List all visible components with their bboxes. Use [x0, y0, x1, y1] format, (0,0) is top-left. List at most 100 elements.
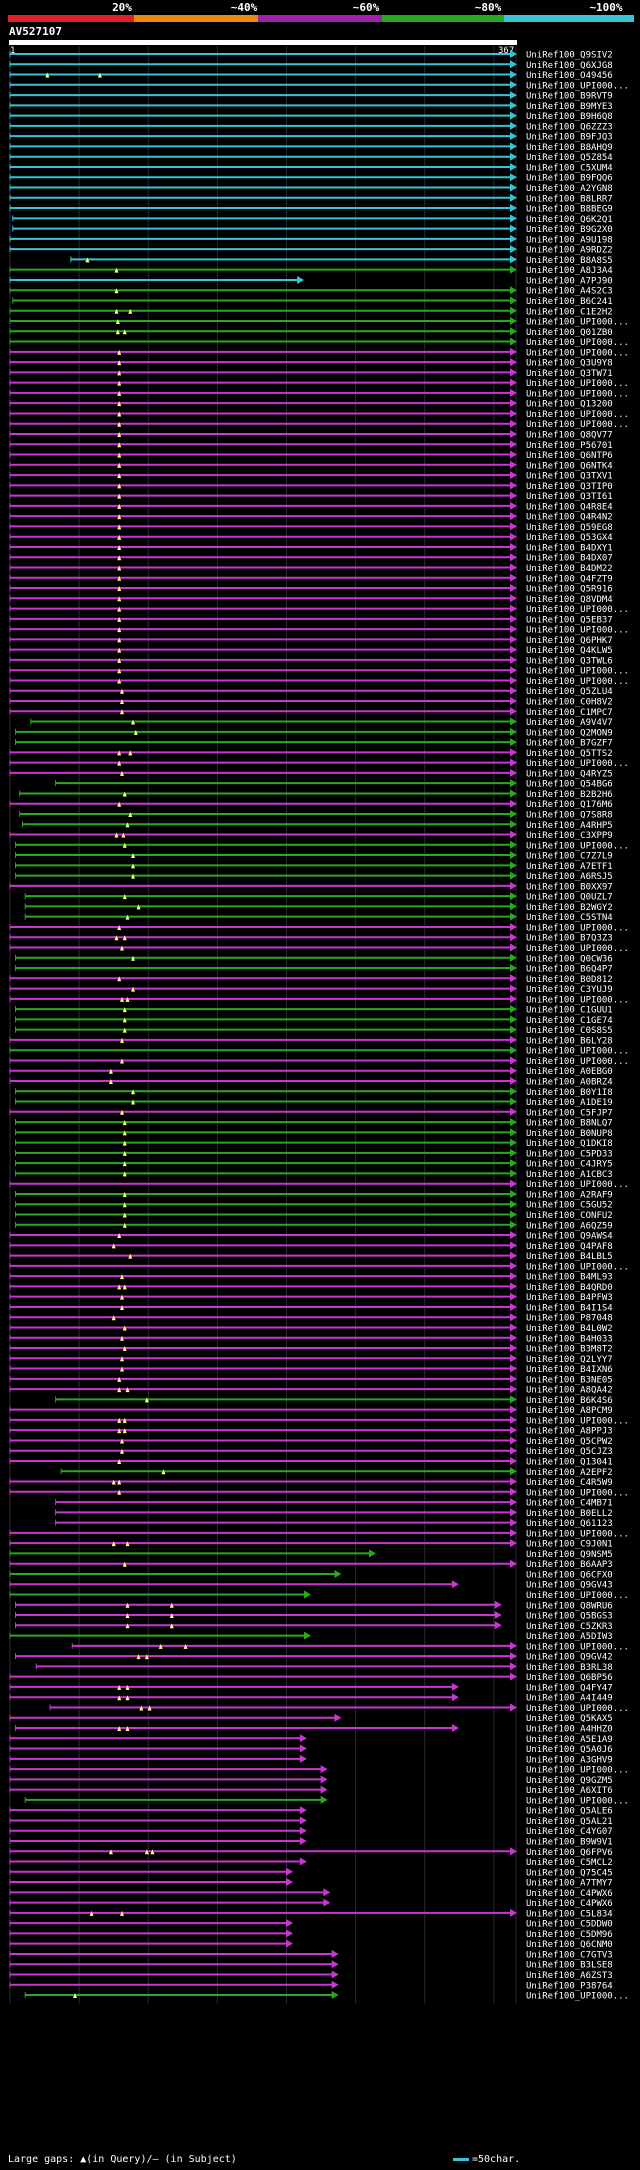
hit-label: UniRef100_UPI000... — [526, 1704, 629, 1714]
hit-label: UniRef100_B9FJQ3 — [526, 133, 613, 143]
hit-label: UniRef100_A7ETF1 — [526, 862, 613, 872]
hit-label: UniRef100_Q5R916 — [526, 585, 613, 595]
hit-label: UniRef100_UPI000... — [526, 1529, 629, 1539]
hit-label: UniRef100_B2WGY2 — [526, 903, 613, 913]
hit-label: UniRef100_A9U198 — [526, 235, 613, 245]
hit-arrow-icon — [304, 1631, 312, 1640]
hit-label: UniRef100_B0D812 — [526, 975, 613, 985]
hit-label: UniRef100_Q7S8R8 — [526, 810, 613, 820]
hit-label: UniRef100_UPI000... — [526, 1180, 629, 1190]
hit-label: UniRef100_C3YUJ9 — [526, 985, 613, 995]
hit-label: UniRef100_Q8VDM4 — [526, 595, 613, 605]
hit-label: UniRef100_A4HHZ0 — [526, 1725, 613, 1735]
hit-label: UniRef100_B6Q4P7 — [526, 965, 613, 975]
hit-label: UniRef100_Q5ZLU4 — [526, 687, 613, 697]
hit-label: UniRef100_Q6PHK7 — [526, 636, 613, 646]
hit-arrow-icon — [451, 1682, 459, 1691]
hit-arrow-icon — [320, 1765, 328, 1774]
hit-label: UniRef100_Q5EB37 — [526, 615, 613, 625]
hit-label: UniRef100_B8NLQ7 — [526, 1119, 613, 1129]
hit-label: UniRef100_A7PJ90 — [526, 276, 613, 286]
hit-label: UniRef100_A8J3A4 — [526, 266, 613, 276]
hit-label: UniRef100_UPI000... — [526, 995, 629, 1005]
hit-label: UniRef100_B3NE05 — [526, 1375, 613, 1385]
hit-label: UniRef100_C4R5W9 — [526, 1478, 613, 1488]
hit-arrow-icon — [320, 1785, 328, 1794]
hit-label: UniRef100_Q5ALE6 — [526, 1807, 613, 1817]
hit-label: UniRef100_Q4PAF8 — [526, 1242, 613, 1252]
hit-label: UniRef100_UPI000... — [526, 379, 629, 389]
hit-label: UniRef100_Q5TTS2 — [526, 749, 613, 759]
hit-label: UniRef100_UPI000... — [526, 1642, 629, 1652]
hit-label: UniRef100_C5PD33 — [526, 1149, 613, 1159]
alignment-overview-chart: 1 367 UniRef100_Q9SIV2UniRef100_Q6XJG8UniR… — [9, 40, 629, 2004]
hit-label: UniRef100_Q75C45 — [526, 1868, 613, 1878]
hit-label: UniRef100_Q8WRU6 — [526, 1601, 613, 1611]
hit-label: UniRef100_A7TMY7 — [526, 1879, 613, 1889]
query-axis-bar — [9, 40, 517, 45]
large-gaps-legend: Large gaps: ▲(in Query)/– (in Subject) — [8, 2154, 237, 2165]
hit-label: UniRef100_C4JRY5 — [526, 1160, 613, 1170]
hit-label: UniRef100_UPI000... — [526, 348, 629, 358]
hit-label: UniRef100_UPI000... — [526, 420, 629, 430]
hit-label: UniRef100_UPI000... — [526, 1488, 629, 1498]
hit-label: UniRef100_B8A8S5 — [526, 256, 613, 266]
hit-label: UniRef100_Q3TI61 — [526, 492, 613, 502]
hit-label: UniRef100_Q61123 — [526, 1519, 613, 1529]
hit-label: UniRef100_Q6NTK4 — [526, 461, 613, 471]
hit-label: UniRef100_A9RDZ2 — [526, 246, 613, 256]
hit-label: UniRef100_C1MPC7 — [526, 708, 613, 718]
hit-label: UniRef100_Q9GZM5 — [526, 1776, 613, 1786]
hit-label: UniRef100_C0S8S5 — [526, 1026, 613, 1036]
hit-label: UniRef100_Q59EG8 — [526, 523, 613, 533]
hit-label: UniRef100_B0XX97 — [526, 882, 613, 892]
hit-arrow-icon — [299, 1826, 307, 1835]
hit-label: UniRef100_B4QRD0 — [526, 1283, 613, 1293]
hit-arrow-icon — [304, 1590, 312, 1599]
hit-label: UniRef100_UPI000... — [526, 923, 629, 933]
hit-arrow-icon — [299, 1734, 307, 1743]
hit-label: UniRef100_A8PPJ3 — [526, 1427, 613, 1437]
hit-label: UniRef100_Q13200 — [526, 400, 613, 410]
scale-legend: =50char. — [453, 2154, 520, 2165]
hit-label: UniRef100_A8PCM9 — [526, 1406, 613, 1416]
hit-arrow-icon — [323, 1898, 331, 1907]
hit-label: UniRef100_Q1DKI8 — [526, 1139, 613, 1149]
hit-label: UniRef100_Q5AL21 — [526, 1817, 613, 1827]
hit-label: UniRef100_Q6CFX0 — [526, 1570, 613, 1580]
hit-label: UniRef100_Q01ZB0 — [526, 328, 613, 338]
hit-label: UniRef100_Q6FPV6 — [526, 1848, 613, 1858]
hit-label: UniRef100_B6LY28 — [526, 1036, 613, 1046]
hit-label: UniRef100_UPI000... — [526, 677, 629, 687]
hit-label: UniRef100_Q3U9Y8 — [526, 359, 613, 369]
hit-arrow-icon — [494, 1611, 502, 1620]
hit-label: UniRef100_Q6BP56 — [526, 1673, 613, 1683]
hit-arrow-icon — [299, 1857, 307, 1866]
hit-label: UniRef100_A0EBG0 — [526, 1067, 613, 1077]
hit-label: UniRef100_UPI000... — [526, 1262, 629, 1272]
hit-label: UniRef100_C5FJP7 — [526, 1108, 613, 1118]
hit-label: UniRef100_B3M8T2 — [526, 1345, 613, 1355]
hit-label: UniRef100_A9V4V7 — [526, 718, 613, 728]
hit-label: UniRef100_B4DM22 — [526, 564, 613, 574]
hit-label: UniRef100_C4YG07 — [526, 1827, 613, 1837]
hit-arrow-icon — [494, 1621, 502, 1630]
hit-label: UniRef100_Q5KAX5 — [526, 1714, 613, 1724]
hit-label: UniRef100_Q3TIP0 — [526, 482, 613, 492]
hit-label: UniRef100_B0NUP8 — [526, 1129, 613, 1139]
hit-label: UniRef100_B8LRR7 — [526, 194, 613, 204]
hit-label: UniRef100_Q4RYZ5 — [526, 769, 613, 779]
hit-label: UniRef100_B4I1S4 — [526, 1303, 613, 1313]
hit-label: UniRef100_C4MB71 — [526, 1499, 613, 1509]
hit-label: UniRef100_UPI000... — [526, 338, 629, 348]
hit-arrow-icon — [451, 1580, 459, 1589]
hit-label: UniRef100_B4IXN6 — [526, 1365, 613, 1375]
hit-label: UniRef100_A1CBC3 — [526, 1170, 613, 1180]
hit-label: UniRef100_B9W9V1 — [526, 1837, 613, 1847]
hit-label: UniRef100_C5XUM4 — [526, 163, 613, 173]
hit-label: UniRef100_Q9GV42 — [526, 1653, 613, 1663]
hit-arrow-icon — [286, 1939, 294, 1948]
hit-label: UniRef100_CONFU2 — [526, 1211, 613, 1221]
hit-label: UniRef100_Q5Z854 — [526, 153, 613, 163]
hit-arrow-icon — [320, 1795, 328, 1804]
